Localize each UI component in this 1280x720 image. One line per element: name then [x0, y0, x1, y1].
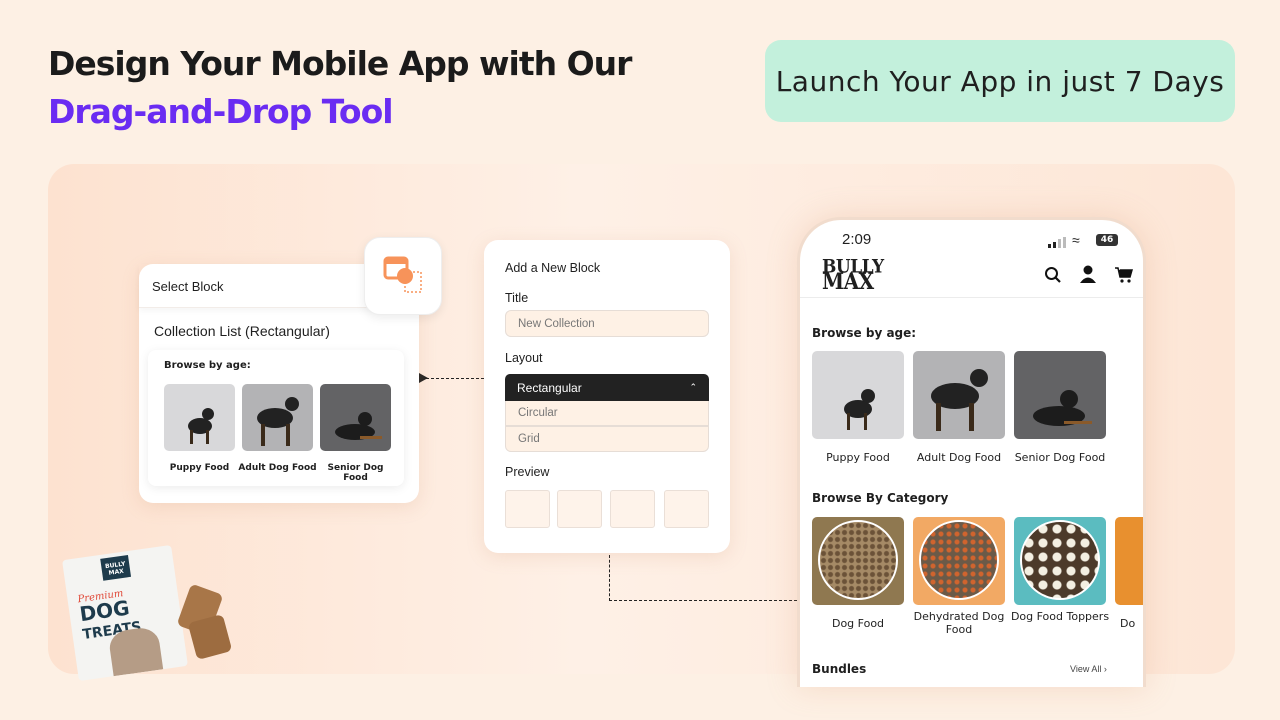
item-label: Dog Food Toppers: [1010, 610, 1110, 623]
browse-age-title: Browse by age:: [812, 326, 917, 340]
headline-line2: Drag-and-Drop Tool: [48, 92, 394, 131]
connector-line: [609, 555, 610, 601]
bully-max-logo[interactable]: BULLY MAX: [822, 258, 884, 293]
cart-icon[interactable]: [1115, 266, 1133, 289]
section-title: Browse by age:: [164, 360, 251, 371]
battery-icon: 46: [1096, 234, 1118, 246]
add-block-card: Add a New Block Title New Collection Lay…: [484, 240, 730, 553]
status-time: 2:09: [842, 231, 872, 248]
chevron-right-icon: ›: [1103, 664, 1107, 674]
preview-slot: [664, 490, 709, 528]
title-input[interactable]: New Collection: [505, 310, 709, 337]
adult-dog-image: [242, 384, 313, 451]
chevron-up-icon: ⌃: [689, 382, 697, 392]
drag-drop-icon-button[interactable]: [364, 237, 442, 315]
view-all-link[interactable]: View All ›: [1070, 664, 1107, 674]
layout-select[interactable]: Rectangular ⌃: [505, 374, 709, 401]
item-label: Dog Food: [831, 617, 885, 630]
signal-icon: [1048, 235, 1068, 253]
item-label: Dehydrated Dog Food: [913, 610, 1005, 636]
item-label: Puppy Food: [826, 451, 890, 464]
puppy-food-image[interactable]: [812, 351, 904, 439]
item-label: Senior Dog Food: [1014, 451, 1106, 464]
account-icon[interactable]: [1079, 265, 1097, 288]
layout-label: Layout: [505, 351, 543, 365]
layout-option-grid[interactable]: Grid: [505, 426, 709, 452]
preview-slot: [557, 490, 602, 528]
item-label: Senior Dog Food: [327, 463, 384, 483]
dog-treats-package: BULLY MAX Premium DOG TREATS: [62, 544, 188, 682]
arrow-head-icon: [419, 373, 428, 383]
bundles-title: Bundles: [812, 662, 867, 676]
connector-line: [609, 600, 797, 601]
dog-food-image[interactable]: [812, 517, 904, 605]
preview-slot: [610, 490, 655, 528]
drag-drop-icon: [383, 256, 422, 293]
dog-food-toppers-image[interactable]: [1014, 517, 1106, 605]
dehydrated-dog-food-image[interactable]: [913, 517, 1005, 605]
senior-dog-food-image[interactable]: [1014, 351, 1106, 439]
layout-selected: Rectangular: [517, 380, 582, 395]
collection-list-title: Collection List (Rectangular): [154, 323, 330, 339]
adult-dog-food-image[interactable]: [913, 351, 1005, 439]
wifi-icon: ≈: [1072, 232, 1080, 248]
preview-label: Preview: [505, 465, 550, 479]
launch-badge: Launch Your App in just 7 Days: [765, 40, 1235, 122]
item-label: Adult Dog Food: [916, 451, 1002, 464]
package-logo: BULLY MAX: [100, 555, 132, 581]
headline-line1: Design Your Mobile App with Our: [48, 44, 632, 83]
layout-option-circular[interactable]: Circular: [505, 401, 709, 426]
preview-slot: [505, 490, 550, 528]
add-block-title: Add a New Block: [505, 261, 601, 275]
view-all-label: View All: [1070, 664, 1102, 674]
senior-dog-image: [320, 384, 391, 451]
browse-category-title: Browse By Category: [812, 491, 949, 505]
dog-illustration: [107, 625, 164, 677]
header-divider: [800, 297, 1143, 298]
treats-image[interactable]: [1115, 517, 1143, 605]
title-label: Title: [505, 291, 529, 305]
item-label: Adult Dog Food: [238, 463, 317, 473]
collection-preview[interactable]: Browse by age: Puppy Food Adult Dog Food…: [148, 350, 404, 486]
puppy-image: [164, 384, 235, 451]
item-label: Puppy Food: [169, 463, 230, 473]
search-icon[interactable]: [1044, 266, 1062, 289]
phone-preview: 2:09 ≈ 46 BULLY MAX Browse by age: Puppy …: [797, 217, 1146, 687]
connector-line: [426, 378, 484, 379]
item-label: Do: [1120, 617, 1136, 630]
